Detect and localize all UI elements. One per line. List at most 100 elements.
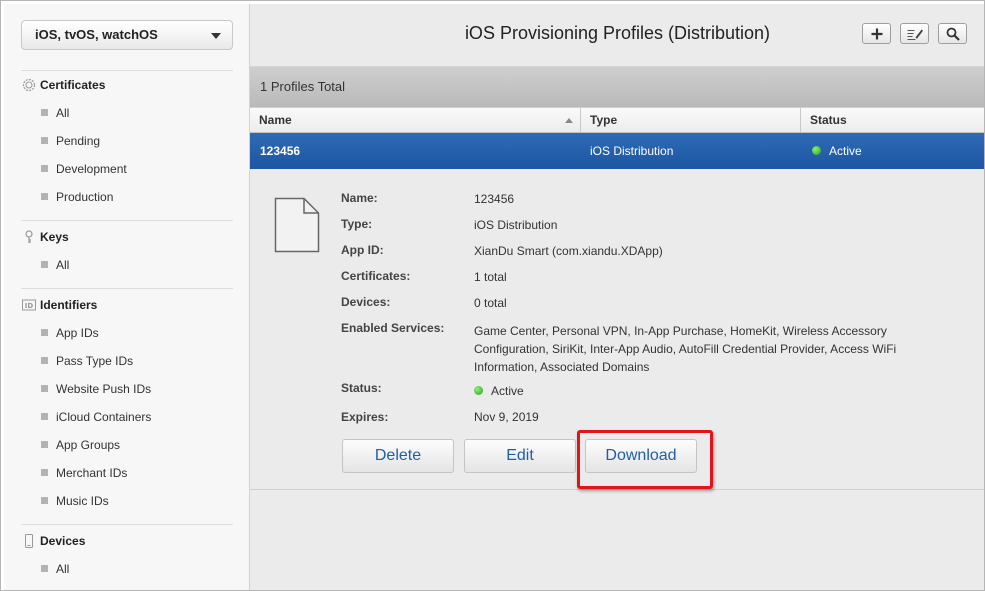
detail-label: Status:: [341, 381, 382, 395]
sidebar-item-certificates-all[interactable]: All: [41, 103, 69, 123]
sidebar-section-keys: Keys: [21, 227, 69, 247]
id-badge-icon: ID: [21, 297, 37, 313]
bullet-icon: [41, 329, 48, 337]
sidebar-item-label: All: [56, 562, 70, 576]
column-header-label: Type: [590, 113, 618, 127]
bullet-icon: [41, 261, 48, 269]
sidebar-section-title: Certificates: [40, 78, 106, 92]
profiles-total-label: 1 Profiles Total: [260, 79, 346, 94]
bullet-icon: [41, 165, 48, 173]
sidebar-section-title: Identifiers: [40, 298, 98, 312]
sidebar-divider: [21, 220, 233, 221]
sidebar-item-pass-type-ids[interactable]: Pass Type IDs: [41, 351, 133, 371]
sidebar-item-app-groups[interactable]: App Groups: [41, 435, 120, 455]
download-button[interactable]: Download: [585, 439, 697, 473]
detail-label: Type:: [341, 217, 373, 231]
app-window: iOS, tvOS, watchOS Certificates All Pend…: [0, 0, 985, 591]
sidebar-divider: [21, 70, 233, 71]
bullet-icon: [41, 413, 48, 421]
column-header-type[interactable]: Type: [581, 108, 801, 132]
detail-value: 123456: [474, 192, 515, 206]
platform-select-label: iOS, tvOS, watchOS: [35, 27, 158, 42]
bullet-icon: [41, 469, 48, 477]
detail-label: Devices:: [341, 295, 391, 309]
bullet-icon: [41, 497, 48, 505]
detail-value: Active: [491, 384, 524, 398]
sidebar-item-label: Music IDs: [56, 494, 109, 508]
sidebar-item-icloud-containers[interactable]: iCloud Containers: [41, 407, 151, 427]
sort-ascending-icon: [565, 118, 573, 123]
sidebar-item-certificates-production[interactable]: Production: [41, 187, 113, 207]
sidebar-item-certificates-development[interactable]: Development: [41, 159, 127, 179]
certificate-icon: [21, 77, 37, 93]
svg-text:ID: ID: [25, 302, 34, 310]
sidebar-item-website-push-ids[interactable]: Website Push IDs: [41, 379, 151, 399]
sidebar-item-label: Merchant IDs: [56, 466, 128, 480]
row-status: Active: [812, 144, 862, 158]
sidebar-item-keys-all[interactable]: All: [41, 255, 69, 275]
bullet-icon: [41, 109, 48, 117]
bullet-icon: [41, 137, 48, 145]
column-header-label: Status: [810, 113, 847, 127]
status-active-icon: [474, 386, 483, 396]
sidebar-divider: [21, 288, 233, 289]
bullet-icon: [41, 357, 48, 365]
sidebar-item-label: Pending: [56, 134, 101, 148]
bullet-icon: [41, 565, 48, 573]
table-header: Name Type Status: [250, 107, 984, 133]
row-name: 123456: [260, 144, 301, 158]
bullet-icon: [41, 385, 48, 393]
sidebar-item-label: Development: [56, 162, 127, 176]
bullet-icon: [41, 193, 48, 201]
detail-value: iOS Distribution: [474, 218, 558, 232]
key-icon: [21, 229, 37, 245]
sidebar-section-title: Devices: [40, 534, 86, 548]
column-header-status[interactable]: Status: [801, 108, 984, 132]
device-icon: [21, 533, 37, 549]
sidebar-item-certificates-pending[interactable]: Pending: [41, 131, 100, 151]
delete-button[interactable]: Delete: [342, 439, 454, 473]
detail-value: Nov 9, 2019: [474, 410, 539, 424]
sidebar-divider: [21, 524, 233, 525]
sidebar-item-merchant-ids[interactable]: Merchant IDs: [41, 463, 127, 483]
detail-label: App ID:: [341, 243, 384, 257]
sidebar-item-music-ids[interactable]: Music IDs: [41, 491, 109, 511]
table-row-selected[interactable]: 123456 iOS Distribution Active: [250, 133, 984, 169]
main-panel: iOS Provisioning Profiles (Distribution)…: [250, 4, 984, 590]
add-button[interactable]: [862, 23, 891, 44]
sidebar-item-label: Website Push IDs: [56, 382, 152, 396]
sidebar-section-title: Keys: [40, 230, 69, 244]
platform-select[interactable]: iOS, tvOS, watchOS: [21, 20, 233, 50]
edit-profile-button[interactable]: Edit: [464, 439, 576, 473]
header-bar: iOS Provisioning Profiles (Distribution): [250, 4, 984, 67]
sidebar-item-devices-all[interactable]: All: [41, 559, 69, 579]
bullet-icon: [41, 441, 48, 449]
sidebar-item-app-ids[interactable]: App IDs: [41, 323, 99, 343]
row-type: iOS Distribution: [590, 144, 674, 158]
column-header-label: Name: [259, 113, 292, 127]
detail-value: Game Center, Personal VPN, In-App Purcha…: [474, 324, 897, 374]
detail-value: 0 total: [474, 296, 507, 310]
detail-label: Enabled Services:: [341, 321, 445, 335]
sidebar-item-label: All: [56, 106, 70, 120]
search-button[interactable]: [938, 23, 967, 44]
profiles-total-bar: 1 Profiles Total: [250, 67, 984, 107]
detail-label: Certificates:: [341, 269, 411, 283]
detail-label: Expires:: [341, 410, 389, 424]
edit-button[interactable]: [900, 23, 929, 44]
sidebar-section-certificates: Certificates: [21, 75, 105, 95]
detail-label: Name:: [341, 191, 378, 205]
sidebar: iOS, tvOS, watchOS Certificates All Pend…: [4, 4, 250, 590]
sidebar-item-label: App Groups: [56, 438, 121, 452]
detail-value: 1 total: [474, 270, 507, 284]
sidebar-item-label: Pass Type IDs: [56, 354, 134, 368]
column-header-name[interactable]: Name: [250, 108, 581, 132]
profile-details-panel: Name: 123456 Type: iOS Distribution App ID…: [250, 169, 984, 490]
detail-value: XianDu Smart (com.xiandu.XDApp): [474, 244, 663, 258]
sidebar-item-label: App IDs: [56, 326, 99, 340]
sidebar-section-devices: Devices: [21, 531, 85, 551]
sidebar-item-label: All: [56, 258, 70, 272]
document-icon: [274, 197, 320, 256]
sidebar-item-label: iCloud Containers: [56, 410, 152, 424]
row-status-label: Active: [829, 144, 862, 158]
